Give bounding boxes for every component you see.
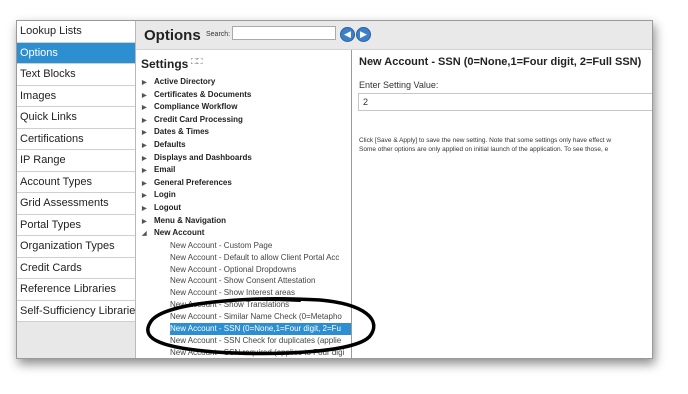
tree-category[interactable]: ▶ Credit Card Processing [142,114,351,127]
setting-title: New Account - SSN (0=None,1=Four digit, … [359,56,642,68]
tree-child-item[interactable]: New Account - Show Interest areas [142,287,351,299]
help-text-line: Click [Save & Apply] to save the new set… [359,137,612,144]
tree-category-label: Email [154,165,176,175]
search-label: Search: [206,31,231,38]
tree-child-item[interactable]: New Account - Default to allow Client Po… [142,252,351,264]
tree-category[interactable]: ▶ Dates & Times [142,126,351,139]
nav-item-account-types[interactable]: Account Types [17,171,135,193]
expand-arrow-icon: ▶ [142,142,147,149]
expand-arrow-icon: ▶ [142,168,147,175]
nav-item-credit-cards[interactable]: Credit Cards [17,257,135,279]
help-text: Click [Save & Apply] to save the new set… [359,136,652,154]
tree-child-item[interactable]: New Account - SSN required (applies to F… [142,347,351,358]
tree-category-label: New Account [154,228,205,238]
nav-item-grid-assessments[interactable]: Grid Assessments [17,193,135,215]
nav-item-portal-types[interactable]: Portal Types [17,214,135,236]
nav-item-text-blocks[interactable]: Text Blocks [17,64,135,86]
collapse-arrow-icon: ◢ [142,231,147,238]
arrow-left-icon: ◀ [344,29,351,39]
tree-category[interactable]: ▶ Logout [142,202,351,215]
nav-item-ip-range[interactable]: IP Range [17,150,135,172]
tree-category-label: Defaults [154,139,186,149]
tree-category[interactable]: ▶ General Preferences [142,177,351,190]
tree-category[interactable]: ▶ Active Directory [142,76,351,89]
tree-category[interactable]: ▶ Menu & Navigation [142,215,351,228]
nav-item-quick-links[interactable]: Quick Links [17,107,135,129]
nav-item-options[interactable]: Options [17,42,135,64]
tree-child-item[interactable]: New Account - Show Consent Attestation [142,275,351,287]
app-window: Lookup Lists Options Text Blocks Images … [16,20,653,359]
setting-value-input[interactable] [358,93,652,111]
nav-item-images[interactable]: Images [17,85,135,107]
settings-tree: Settings ⛶ ⛶ ▶ Active Directory ▶ Certific… [136,50,352,358]
tree-category[interactable]: ▶ Login [142,189,351,202]
tree-child-item-selected[interactable]: New Account - SSN (0=None,1=Four digit, … [170,322,351,335]
search-input[interactable] [232,26,336,40]
expand-collapse-icon[interactable]: ⛶ ⛶ [191,57,202,67]
tree-category-label: General Preferences [154,177,232,187]
enter-setting-label: Enter Setting Value: [359,80,439,90]
tree-category-label: Displays and Dashboards [154,152,252,162]
tree-child-item[interactable]: New Account - Optional Dropdowns [142,264,351,276]
tree-category-label: Logout [154,202,182,212]
nav-item-organization-types[interactable]: Organization Types [17,236,135,258]
nav-item-certifications[interactable]: Certifications [17,128,135,150]
expand-arrow-icon: ▶ [142,80,147,86]
tree-category-label: Compliance Workflow [154,102,238,112]
options-header: Options Search: ◀ ▶ [136,21,652,50]
settings-heading: Settings [141,57,189,71]
tree-child-item[interactable]: New Account - Show Translations [142,299,351,311]
setting-detail-panel: New Account - SSN (0=None,1=Four digit, … [352,50,652,358]
search-clear-button[interactable]: ▶ [356,27,371,42]
tree-category[interactable]: ▶ Certificates & Documents [142,89,351,102]
tree-category[interactable]: ▶ Compliance Workflow [142,101,351,114]
arrow-right-icon: ▶ [360,29,367,39]
tree-child-item[interactable]: New Account - SSN Check for duplicates (… [142,335,351,347]
settings-tree-list: ▶ Active Directory ▶ Certificates & Docume… [142,76,351,358]
search-go-button[interactable]: ◀ [340,27,355,42]
tree-category[interactable]: ▶ Email [142,164,351,177]
tree-child-item[interactable]: New Account - Similar Name Check (0=Meta… [142,311,351,323]
tree-category[interactable]: ▶ Displays and Dashboards [142,152,351,165]
tree-category-label: Dates & Times [154,127,209,137]
help-text-line: Some other options are only applied on i… [359,146,609,153]
nav-item-reference-libraries[interactable]: Reference Libraries [17,279,135,301]
tree-category-label: Certificates & Documents [154,89,252,99]
tree-category-label: Active Directory [154,77,216,86]
page-title: Options [144,27,201,44]
tree-category-label: Menu & Navigation [154,215,227,225]
expand-arrow-icon: ▶ [142,105,147,112]
nav-item-lookup-lists[interactable]: Lookup Lists [17,21,135,43]
tree-child-item[interactable]: New Account - Custom Page [142,240,351,252]
tree-category-label: Login [154,190,176,200]
tree-category[interactable]: ▶ Defaults [142,139,351,152]
expand-arrow-icon: ▶ [142,205,147,212]
tree-category-expanded[interactable]: ◢ New Account [142,227,351,240]
nav-item-self-sufficiency-libraries[interactable]: Self-Sufficiency Libraries [17,300,135,322]
left-nav: Lookup Lists Options Text Blocks Images … [17,21,136,358]
tree-category-label: Credit Card Processing [154,114,243,124]
